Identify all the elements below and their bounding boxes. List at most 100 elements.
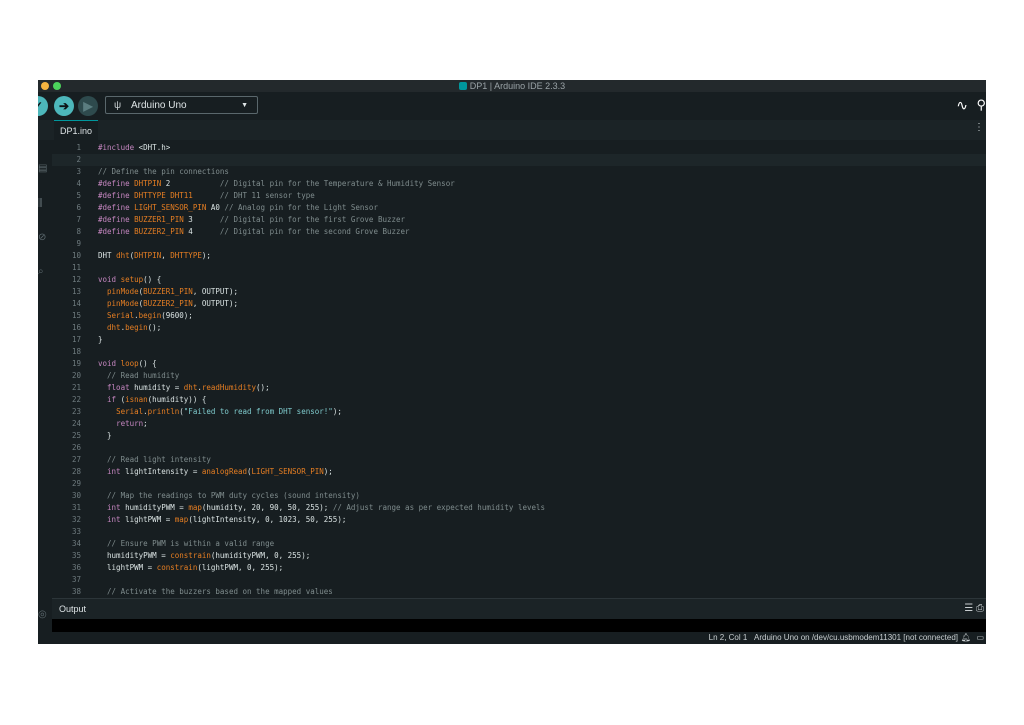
library-manager-icon[interactable]: ⫼ [38, 199, 48, 209]
code-text: DHT dht(DHTPIN, DHTTYPE); [98, 251, 211, 260]
line-number: 35 [71, 551, 81, 560]
board-port-status: Arduino Uno on /dev/cu.usbmodem11301 [no… [754, 633, 958, 642]
code-text: pinMode(BUZZER2_PIN, OUTPUT); [107, 299, 238, 308]
line-number: 29 [71, 479, 81, 488]
title-bar: DP1 | Arduino IDE 2.3.3 [38, 80, 986, 92]
toolbar: ✓ ➔ ▶ ψ Arduino Uno ▼ ∿ ⚲ [38, 92, 986, 120]
arduino-logo-icon [458, 82, 467, 90]
code-line: 36 lightPWM = constrain(lightPWM, 0, 255… [52, 562, 986, 574]
code-line: 11 [52, 262, 986, 274]
code-text: // Define the pin connections [98, 167, 229, 176]
code-text: lightPWM = constrain(lightPWM, 0, 255); [98, 563, 284, 572]
code-line: 28 int lightIntensity = analogRead(LIGHT… [52, 466, 986, 478]
code-text: pinMode(BUZZER1_PIN, OUTPUT); [107, 287, 238, 296]
line-number: 37 [71, 575, 81, 584]
line-number: 33 [71, 527, 81, 536]
serial-plotter-icon[interactable]: ∿ [956, 97, 968, 114]
code-line: 7 #define BUZZER1_PIN 3 // Digital pin fo… [52, 214, 986, 226]
line-number: 9 [76, 239, 81, 248]
code-text: return; [116, 419, 148, 428]
verify-icon: ✓ [38, 99, 43, 113]
profile-icon[interactable]: ◎ [38, 610, 48, 620]
code-line: 31 int humidityPWM = map(humidity, 20, 9… [52, 502, 986, 514]
line-number: 20 [71, 371, 81, 380]
line-number: 18 [71, 347, 81, 356]
code-line: 20 // Read humidity [52, 370, 986, 382]
line-number: 31 [71, 503, 81, 512]
output-panel-header: Output ☰ ⎙ [52, 598, 986, 619]
code-line: 33 [52, 526, 986, 538]
debug-button[interactable]: ▶ [78, 96, 98, 116]
code-line: 3 // Define the pin connections [52, 166, 986, 178]
code-line: 17} [52, 334, 986, 346]
notifications-icon[interactable]: 🔔︎ [961, 632, 971, 644]
upload-button[interactable]: ➔ [54, 96, 74, 116]
code-line: 16 dht.begin(); [52, 322, 986, 334]
upload-icon: ➔ [58, 99, 70, 113]
code-text: humidityPWM = constrain(humidityPWM, 0, … [98, 551, 311, 560]
code-text: int lightPWM = map(lightIntensity, 0, 10… [107, 515, 347, 524]
code-line: 4 #define DHTPIN 2 // Digital pin for the… [52, 178, 986, 190]
serial-monitor-icon[interactable]: ⚲ [976, 97, 986, 113]
line-number: 30 [71, 491, 81, 500]
code-text: #define BUZZER1_PIN 3 // Digital pin for… [98, 215, 406, 224]
verify-button[interactable]: ✓ [38, 96, 48, 116]
code-text: #define DHTPIN 2 // Digital pin for the … [98, 179, 455, 188]
code-text: // Ensure PWM is within a valid range [107, 539, 275, 548]
code-line: 38 // Activate the buzzers based on the … [52, 586, 986, 598]
code-line: 24 return; [52, 418, 986, 430]
code-line: 23 Serial.println("Failed to read from D… [52, 406, 986, 418]
code-line: 1 #include <DHT.h> [52, 142, 986, 154]
code-text: #include <DHT.h> [98, 143, 171, 152]
line-number: 10 [71, 251, 81, 260]
code-line: 34 // Ensure PWM is within a valid range [52, 538, 986, 550]
code-line: 14 pinMode(BUZZER2_PIN, OUTPUT); [52, 298, 986, 310]
code-editor[interactable]: 1 #include <DHT.h> 2 3 // Define the pin con… [52, 140, 986, 598]
code-line: 35 humidityPWM = constrain(humidityPWM, … [52, 550, 986, 562]
line-number: 32 [71, 515, 81, 524]
search-icon[interactable]: ⌕ [38, 267, 48, 277]
code-line: 5 #define DHTTYPE DHT11 // DHT 11 sensor … [52, 190, 986, 202]
line-number: 28 [71, 467, 81, 476]
boards-manager-icon[interactable]: ▤ [38, 164, 48, 174]
code-line: 26 [52, 442, 986, 454]
code-line: 32 int lightPWM = map(lightIntensity, 0,… [52, 514, 986, 526]
code-line: 12 void setup() { [52, 274, 986, 286]
tab-dp1-ino[interactable]: DP1.ino [54, 120, 99, 140]
code-line: 18 [52, 346, 986, 358]
line-number: 26 [71, 443, 81, 452]
code-line: 19 void loop() { [52, 358, 986, 370]
code-line: 8 #define BUZZER2_PIN 4 // Digital pin fo… [52, 226, 986, 238]
line-number: 5 [76, 191, 81, 200]
line-number: 17 [71, 335, 81, 344]
more-options-icon[interactable]: ⋮ [974, 120, 984, 136]
line-number: 15 [71, 311, 81, 320]
line-number: 2 [76, 155, 81, 164]
code-line: 22 if (isnan(humidity)) { [52, 394, 986, 406]
ide-window: DP1 | Arduino IDE 2.3.3 ✓ ➔ ▶ ψ Arduino … [38, 80, 986, 644]
code-text: if (isnan(humidity)) { [107, 395, 207, 404]
line-number: 16 [71, 323, 81, 332]
toggle-panel-icon[interactable]: ▭ [976, 632, 984, 644]
code-text: void loop() { [98, 359, 157, 368]
code-line: 9 [52, 238, 986, 250]
output-panel [52, 619, 986, 632]
line-number: 38 [71, 587, 81, 596]
board-selector[interactable]: ψ Arduino Uno ▼ [105, 96, 258, 114]
code-text: } [98, 431, 112, 440]
clear-output-icon[interactable]: ☰ ⎙ [964, 599, 984, 619]
window-title: DP1 | Arduino IDE 2.3.3 [38, 80, 986, 92]
debug-sidebar-icon[interactable]: ⊘ [38, 233, 48, 243]
code-line: 30 // Map the readings to PWM duty cycle… [52, 490, 986, 502]
line-number: 3 [76, 167, 81, 176]
line-number: 11 [71, 263, 81, 272]
line-number: 13 [71, 287, 81, 296]
line-number: 34 [71, 539, 81, 548]
tab-label: DP1.ino [60, 126, 93, 136]
code-text: void setup() { [98, 275, 162, 284]
code-text: float humidity = dht.readHumidity(); [107, 383, 270, 392]
line-number: 36 [71, 563, 81, 572]
code-text: dht.begin(); [107, 323, 162, 332]
code-line: 27 // Read light intensity [52, 454, 986, 466]
code-line: 21 float humidity = dht.readHumidity(); [52, 382, 986, 394]
